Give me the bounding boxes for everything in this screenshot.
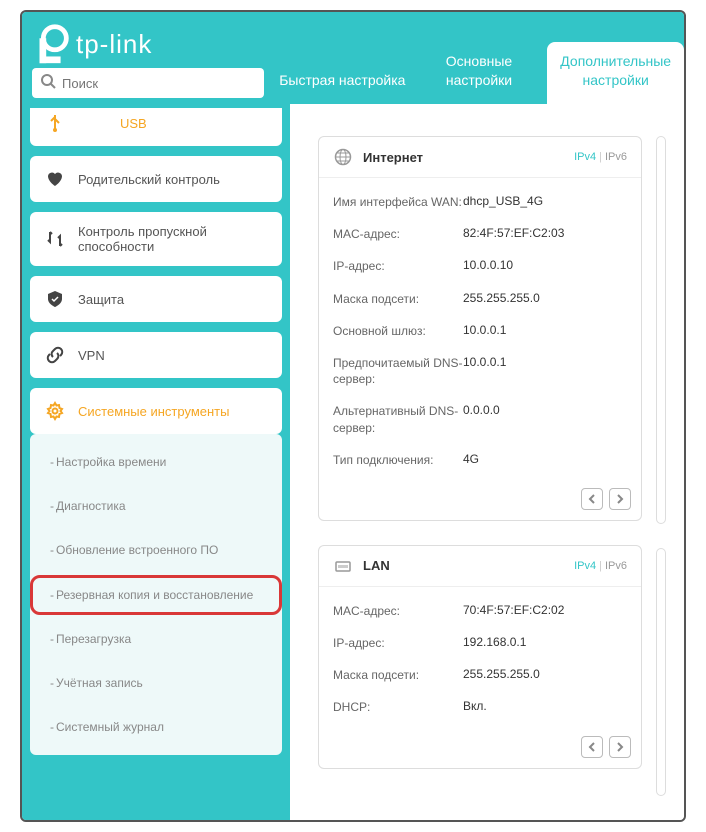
logo-text: tp-link	[76, 29, 152, 60]
row-conn-type: Тип подключения:4G	[333, 444, 627, 476]
ipv6-link[interactable]: IPv6	[605, 560, 627, 572]
panel-footer	[319, 730, 641, 768]
subnav-backup-restore[interactable]: -Резервная копия и восстановление	[34, 573, 278, 617]
next-button[interactable]	[609, 736, 631, 758]
next-button[interactable]	[609, 488, 631, 510]
row-dhcp: DHCP:Вкл.	[333, 691, 627, 723]
row-mask: Маска подсети:255.255.255.0	[333, 283, 627, 315]
sidebar-item-label: Защита	[78, 292, 124, 307]
panel-lan: LAN IPv4|IPv6 MAC-адрес:70:4F:57:EF:C2:0…	[318, 545, 642, 769]
prev-button[interactable]	[581, 488, 603, 510]
tab-quick-setup[interactable]: Быстрая настройка	[274, 61, 411, 104]
sidebar-item-label: VPN	[78, 348, 105, 363]
panel-body: MAC-адрес:70:4F:57:EF:C2:02 IP-адрес:192…	[319, 587, 641, 730]
sidebar-item-usb[interactable]: USB	[30, 108, 282, 146]
logo-area: tp-link	[22, 12, 274, 104]
content: USB Родительский контроль Контроль пропу…	[22, 104, 684, 820]
globe-icon	[333, 147, 353, 167]
submenu: -Настройка времени -Диагностика -Обновле…	[30, 434, 282, 755]
sidebar-item-security[interactable]: Защита	[30, 276, 282, 322]
search-box[interactable]	[32, 68, 264, 98]
sidebar-item-vpn[interactable]: VPN	[30, 332, 282, 378]
sidebar-item-label: Контроль пропускной способности	[78, 224, 270, 254]
ipv4-link[interactable]: IPv4	[574, 151, 596, 163]
sidebar-item-system-tools[interactable]: Системные инструменты	[30, 388, 282, 434]
bandwidth-icon	[44, 228, 66, 250]
lan-icon	[333, 556, 353, 576]
sidebar-item-bandwidth[interactable]: Контроль пропускной способности	[30, 212, 282, 266]
usb-icon	[44, 112, 66, 134]
panel-title: LAN	[363, 558, 574, 573]
ipv-toggle: IPv4|IPv6	[574, 560, 627, 572]
panel-internet: Интернет IPv4|IPv6 Имя интерфейса WAN:dh…	[318, 136, 642, 521]
heart-icon	[44, 168, 66, 190]
panel-footer	[319, 482, 641, 520]
subnav-account[interactable]: -Учётная запись	[34, 661, 278, 705]
gear-icon	[44, 400, 66, 422]
panel-title: Интернет	[363, 150, 574, 165]
sidebar-item-label: Родительский контроль	[78, 172, 220, 187]
ipv-toggle: IPv4|IPv6	[574, 151, 627, 163]
panel-stub	[656, 136, 666, 524]
search-icon	[40, 73, 56, 94]
prev-button[interactable]	[581, 736, 603, 758]
row-dns2: Альтернативный DNS-сервер:0.0.0.0	[333, 395, 627, 443]
row-dns1: Предпочитаемый DNS-сервер:10.0.0.1	[333, 347, 627, 395]
link-icon	[44, 344, 66, 366]
row-wan-iface: Имя интерфейса WAN:dhcp_USB_4G	[333, 186, 627, 218]
row-mac: MAC-адрес:82:4F:57:EF:C2:03	[333, 218, 627, 250]
panel-stub	[656, 548, 666, 796]
ipv6-link[interactable]: IPv6	[605, 151, 627, 163]
subnav-syslog[interactable]: -Системный журнал	[34, 705, 278, 749]
main-area: Интернет IPv4|IPv6 Имя интерфейса WAN:dh…	[290, 104, 684, 820]
sidebar: USB Родительский контроль Контроль пропу…	[22, 104, 290, 820]
subnav-diagnostics[interactable]: -Диагностика	[34, 484, 278, 528]
subnav-time[interactable]: -Настройка времени	[34, 440, 278, 484]
sidebar-item-parental[interactable]: Родительский контроль	[30, 156, 282, 202]
tabs: Быстрая настройка Основные настройки Доп…	[274, 12, 684, 104]
tab-basic-settings[interactable]: Основные настройки	[411, 42, 548, 104]
tab-advanced-settings[interactable]: Дополнительные настройки	[547, 42, 684, 104]
row-mask: Маска подсети:255.255.255.0	[333, 659, 627, 691]
shield-icon	[44, 288, 66, 310]
row-gateway: Основной шлюз:10.0.0.1	[333, 315, 627, 347]
row-mac: MAC-адрес:70:4F:57:EF:C2:02	[333, 595, 627, 627]
tp-link-icon	[28, 21, 74, 67]
top-bar: tp-link Быстрая настройка Основные настр…	[22, 12, 684, 104]
panel-body: Имя интерфейса WAN:dhcp_USB_4G MAC-адрес…	[319, 178, 641, 482]
side-column	[656, 136, 666, 808]
row-ip: IP-адрес:10.0.0.10	[333, 250, 627, 282]
subnav-firmware[interactable]: -Обновление встроенного ПО	[34, 528, 278, 572]
logo: tp-link	[22, 12, 274, 68]
row-ip: IP-адрес:192.168.0.1	[333, 627, 627, 659]
search-input[interactable]	[62, 76, 256, 91]
panel-header-lan: LAN IPv4|IPv6	[319, 546, 641, 587]
sidebar-item-label: Системные инструменты	[78, 404, 229, 419]
window-frame: tp-link Быстрая настройка Основные настр…	[20, 10, 686, 822]
panel-header-internet: Интернет IPv4|IPv6	[319, 137, 641, 178]
subnav-reboot[interactable]: -Перезагрузка	[34, 617, 278, 661]
sidebar-item-label: USB	[78, 116, 147, 131]
ipv4-link[interactable]: IPv4	[574, 560, 596, 572]
